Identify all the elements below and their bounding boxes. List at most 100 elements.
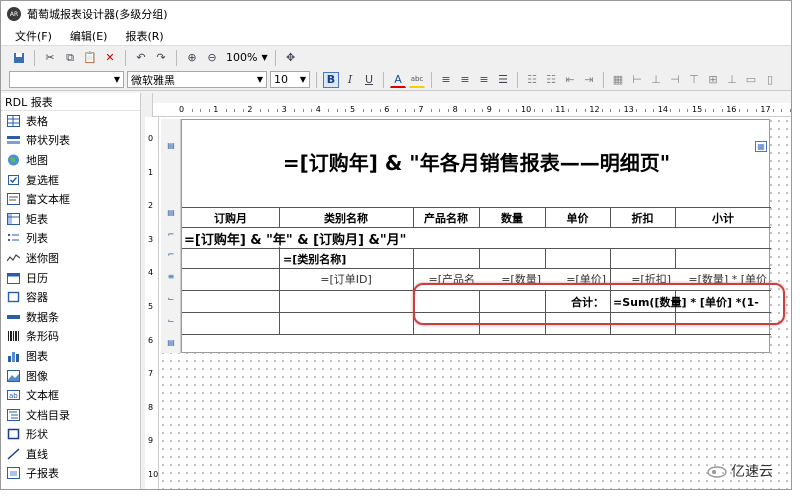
ruler-dot — [447, 109, 449, 112]
toolbox-item-line[interactable]: 直线 — [1, 444, 140, 464]
align-bottoms-icon[interactable]: ⊥ — [724, 72, 740, 88]
toolbox-item-table[interactable]: 表格 — [1, 111, 140, 131]
toolbox-panel: RDL 报表 表格 带状列表 地图 复选框 富文本框 矩表 列表 迷你图 日历 容器 数据条 条形码图… — [1, 93, 141, 489]
toolbox-item-label: 数据条 — [26, 310, 59, 324]
ruler-tick-label: 9 — [148, 436, 154, 446]
toolbox-item-list[interactable]: 列表 — [1, 229, 140, 249]
ruler-dot — [772, 109, 774, 112]
separator — [34, 49, 35, 66]
ruler-dot — [379, 109, 381, 112]
align-right-icon[interactable]: ≡ — [476, 72, 492, 88]
detail-cell-1[interactable]: =[订单ID] — [279, 269, 413, 289]
indent-icon[interactable]: ⇥ — [581, 72, 597, 88]
toolbox-item-image[interactable]: 图像 — [1, 366, 140, 386]
separator — [125, 49, 126, 66]
delete-icon[interactable]: ✕ — [102, 50, 118, 66]
column-header-3[interactable]: 数量 — [479, 208, 545, 227]
align-lefts-icon[interactable]: ⊢ — [629, 72, 645, 88]
align-centers-icon[interactable]: ⊥ — [648, 72, 664, 88]
zoom-out-icon[interactable]: ⊖ — [204, 50, 220, 66]
redo-icon[interactable]: ↷ — [153, 50, 169, 66]
toolbox-item-rich-textbox[interactable]: 富文本框 — [1, 189, 140, 209]
save-icon[interactable] — [11, 50, 27, 66]
toolbox-item-calendar[interactable]: 日历 — [1, 268, 140, 288]
column-header-4[interactable]: 单价 — [545, 208, 610, 227]
align-justify-icon[interactable]: ☰ — [495, 72, 511, 88]
toolbox-item-textbox[interactable]: ab 文本框 — [1, 385, 140, 405]
same-width-icon[interactable]: ▯ — [762, 72, 778, 88]
report-title-textbox[interactable]: =[订购年] & "年各月销售报表——明细页" — [182, 120, 771, 202]
zoom-dropdown-icon[interactable]: ▼ — [261, 53, 267, 62]
toolbox-item-subreport[interactable]: 子报表 — [1, 464, 140, 484]
layout-icon[interactable]: ▦ — [610, 72, 626, 88]
toolbox-item-sparkline[interactable]: 迷你图 — [1, 248, 140, 268]
same-size-icon[interactable]: ▭ — [743, 72, 759, 88]
paste-icon[interactable]: 📋 — [82, 50, 98, 66]
copy-icon[interactable]: ⧉ — [62, 50, 78, 66]
underline-button[interactable]: U — [361, 72, 377, 88]
bold-button[interactable]: B — [323, 71, 339, 88]
column-header-0[interactable]: 订购月 — [182, 208, 279, 227]
group2-header-textbox[interactable]: =[类别名称] — [283, 249, 413, 269]
detail-row-handle-icon[interactable]: ≡ — [165, 272, 177, 281]
font-size-combo[interactable]: 10 ▼ — [270, 71, 310, 88]
menu-edit[interactable]: 编辑(E) — [70, 28, 108, 44]
toolbox-item-container[interactable]: 容器 — [1, 287, 140, 307]
font-color-icon[interactable]: A — [390, 72, 406, 88]
separator — [431, 71, 432, 88]
toolbox-item-barcode[interactable]: 条形码 — [1, 327, 140, 347]
table-header-handle-icon[interactable]: ▤ — [165, 141, 177, 150]
outdent-icon[interactable]: ⇤ — [562, 72, 578, 88]
toolbox-item-chart[interactable]: 图表 — [1, 346, 140, 366]
move-icon[interactable]: ✥ — [283, 50, 299, 66]
cut-icon[interactable]: ✂ — [42, 50, 58, 66]
font-name-combo[interactable]: 微软雅黑 ▼ — [127, 71, 267, 88]
toolbox-item-label: 复选框 — [26, 173, 59, 187]
group2-header-handle-icon[interactable]: ⌐ — [165, 250, 177, 259]
toolbox-item-banded-list[interactable]: 带状列表 — [1, 131, 140, 151]
align-center-icon[interactable]: ≡ — [457, 72, 473, 88]
svg-text:ab: ab — [9, 392, 18, 400]
toolbox-item-checkbox[interactable]: 复选框 — [1, 170, 140, 190]
style-combo[interactable]: ▼ — [9, 71, 124, 88]
column-header-2[interactable]: 产品名称 — [413, 208, 479, 227]
italic-button[interactable]: I — [342, 72, 358, 88]
column-header-1[interactable]: 类别名称 — [279, 208, 413, 227]
image-icon — [7, 369, 20, 382]
ruler-tick-label: 4 — [148, 268, 154, 278]
format-toolbar: ▼ 微软雅黑 ▼ 10 ▼ B I U A abc ≡ ≡ ≡ ☰ ☷ ☷ ⇤ ⇥ … — [1, 69, 791, 91]
toolbox-item-label: 列表 — [26, 232, 48, 246]
ruler-tick-label: 16 — [726, 105, 737, 114]
group1-header-handle-icon[interactable]: ⌐ — [165, 230, 177, 239]
align-middles-icon[interactable]: ⊞ — [705, 72, 721, 88]
align-tops-icon[interactable]: ⊤ — [686, 72, 702, 88]
toolbox-item-toc[interactable]: 文档目录 — [1, 405, 140, 425]
column-header-6[interactable]: 小计 — [675, 208, 771, 227]
toolbox-item-databar[interactable]: 数据条 — [1, 307, 140, 327]
align-left-icon[interactable]: ≡ — [438, 72, 454, 88]
grid-line — [545, 248, 546, 268]
numbered-list-icon[interactable]: ☷ — [543, 72, 559, 88]
menu-file[interactable]: 文件(F) — [15, 28, 52, 44]
table-footer-handle-icon[interactable]: ▤ — [165, 338, 177, 347]
group2-footer-handle-icon[interactable]: ⌙ — [165, 294, 177, 303]
undo-icon[interactable]: ↶ — [133, 50, 149, 66]
back-color-icon[interactable]: abc — [409, 72, 425, 88]
watermark: 亿速云 — [707, 461, 773, 481]
zoom-in-icon[interactable]: ⊕ — [184, 50, 200, 66]
align-rights-icon[interactable]: ⊣ — [667, 72, 683, 88]
separator — [383, 71, 384, 88]
group1-footer-handle-icon[interactable]: ⌙ — [165, 316, 177, 325]
menu-report[interactable]: 报表(R) — [125, 28, 163, 44]
bullet-list-icon[interactable]: ☷ — [524, 72, 540, 88]
toolbox-item-shape[interactable]: 形状 — [1, 425, 140, 445]
column-header-5[interactable]: 折扣 — [610, 208, 675, 227]
table-header-handle-icon[interactable]: ▤ — [165, 208, 177, 217]
toolbox-item-map[interactable]: 地图 — [1, 150, 140, 170]
group1-header-textbox[interactable]: =[订购年] & "年" & [订购月] &"月" — [184, 228, 764, 248]
zoom-level[interactable]: 100% — [226, 51, 257, 64]
toolbox-item-matrix[interactable]: 矩表 — [1, 209, 140, 229]
toolbox-item-label: 容器 — [26, 291, 48, 305]
table-corner-icon[interactable]: ▦ — [755, 141, 767, 152]
ruler-dot — [208, 109, 210, 112]
